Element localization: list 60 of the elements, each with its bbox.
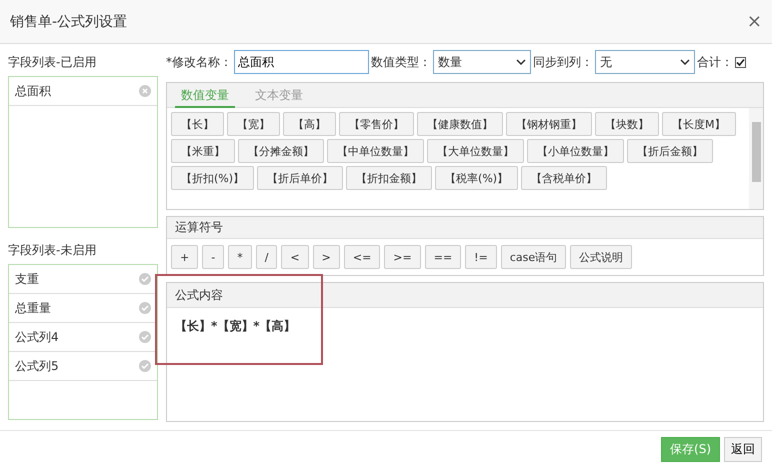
field-item[interactable]: 公式列4 bbox=[9, 323, 157, 352]
operator-button[interactable]: >= bbox=[384, 245, 421, 269]
operator-button[interactable]: / bbox=[256, 245, 278, 269]
operator-button[interactable]: + bbox=[171, 245, 198, 269]
operator-button[interactable]: > bbox=[312, 245, 340, 269]
variable-button[interactable]: 【钢材钢重】 bbox=[506, 112, 592, 136]
variable-button[interactable]: 【长度M】 bbox=[662, 112, 736, 136]
variable-button[interactable]: 【折后金额】 bbox=[627, 139, 713, 163]
operator-button[interactable]: == bbox=[424, 245, 462, 269]
back-button[interactable]: 返回 bbox=[724, 437, 762, 462]
dropdown-caret-icon bbox=[680, 59, 690, 65]
operator-button[interactable]: 公式说明 bbox=[570, 245, 632, 269]
sync-label: 同步到列： bbox=[533, 54, 593, 70]
list-title: 字段列表-已启用 bbox=[8, 54, 98, 71]
variable-button[interactable]: 【折扣(%)】 bbox=[171, 166, 254, 190]
operator-button[interactable]: < bbox=[281, 245, 309, 269]
check-icon[interactable] bbox=[139, 302, 151, 314]
check-icon[interactable] bbox=[139, 360, 151, 372]
panel-title: 公式内容 bbox=[175, 286, 223, 304]
variable-button[interactable]: 【中单位数量】 bbox=[327, 139, 424, 163]
variable-button[interactable]: 【折扣金额】 bbox=[346, 166, 432, 190]
operator-button[interactable]: - bbox=[202, 245, 224, 269]
name-input[interactable]: 总面积 bbox=[234, 50, 369, 74]
operator-button[interactable]: case语句 bbox=[500, 245, 566, 269]
sync-select[interactable]: 无 bbox=[595, 50, 695, 74]
close-icon[interactable]: × bbox=[746, 11, 762, 32]
variable-button[interactable]: 【块数】 bbox=[595, 112, 659, 136]
variable-button[interactable]: 【税率(%)】 bbox=[435, 166, 518, 190]
field-item[interactable]: 支重 bbox=[9, 265, 157, 294]
list-title: 字段列表-未启用 bbox=[8, 242, 98, 259]
check-icon[interactable] bbox=[139, 273, 151, 285]
check-icon[interactable] bbox=[139, 331, 151, 343]
total-label: 合计： bbox=[697, 54, 733, 70]
field-item[interactable]: 总重量 bbox=[9, 294, 157, 323]
variable-button[interactable]: 【含税单价】 bbox=[521, 166, 608, 190]
formula-textarea[interactable]: 【长】*【宽】*【高】 bbox=[167, 308, 763, 421]
variable-button[interactable]: 【米重】 bbox=[171, 139, 235, 163]
panel-title: 运算符号 bbox=[175, 219, 223, 236]
dropdown-caret-icon bbox=[516, 59, 526, 65]
variable-button[interactable]: 【健康数值】 bbox=[417, 112, 503, 136]
name-label: *修改名称： bbox=[166, 54, 232, 70]
type-label: 数值类型： bbox=[371, 54, 431, 70]
variable-button[interactable]: 【零售价】 bbox=[339, 112, 414, 136]
operator-button[interactable]: != bbox=[465, 245, 497, 269]
operator-button[interactable]: * bbox=[228, 245, 252, 269]
variable-button[interactable]: 【宽】 bbox=[227, 112, 280, 136]
variable-button[interactable]: 【小单位数量】 bbox=[527, 139, 624, 163]
scrollbar[interactable] bbox=[749, 108, 763, 209]
variable-button[interactable]: 【长】 bbox=[171, 112, 224, 136]
total-checkbox[interactable] bbox=[735, 56, 746, 68]
operator-button[interactable]: <= bbox=[344, 245, 380, 269]
window-title: 销售单-公式列设置 bbox=[10, 12, 128, 30]
variable-button[interactable]: 【大单位数量】 bbox=[427, 139, 524, 163]
field-item[interactable]: 公式列5 bbox=[9, 352, 157, 381]
remove-icon[interactable] bbox=[139, 85, 151, 97]
variable-button[interactable]: 【分摊金额】 bbox=[238, 139, 324, 163]
variable-button[interactable]: 【高】 bbox=[283, 112, 336, 136]
field-item[interactable]: 总面积 bbox=[9, 77, 157, 106]
variable-button[interactable]: 【折后单价】 bbox=[257, 166, 344, 190]
type-select[interactable]: 数量 bbox=[433, 50, 531, 74]
